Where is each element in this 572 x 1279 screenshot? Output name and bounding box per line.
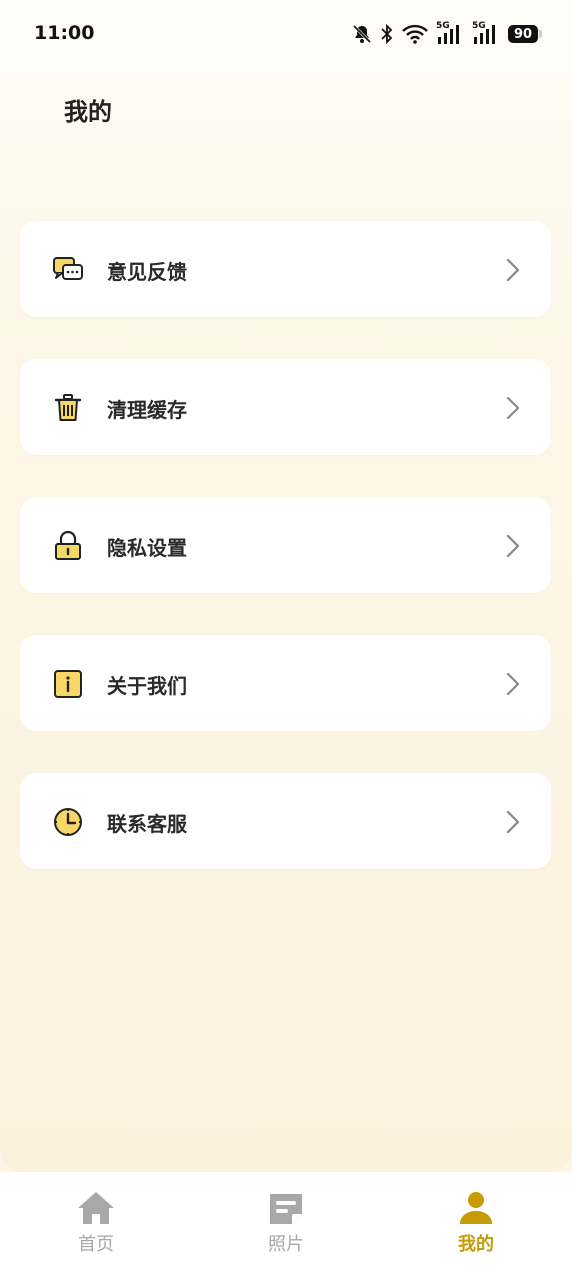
menu-item-privacy-settings[interactable]: 隐私设置 [20,497,551,593]
feedback-chat-icon [53,257,83,280]
menu-item-customer-service[interactable]: 联系客服 [20,773,551,869]
wifi-icon [402,24,428,44]
tab-photos[interactable]: 照片 [236,1190,336,1270]
menu-item-label: 清理缓存 [107,398,187,422]
tab-label: 首页 [78,1234,114,1255]
menu-list: 意见反馈 清理缓存 隐私设置 关于我们 联系客服 [20,221,551,911]
chevron-right-icon [506,534,520,558]
signal-bars-icon [474,25,495,44]
menu-item-feedback[interactable]: 意见反馈 [20,221,551,317]
user-icon [460,1192,492,1224]
info-icon [54,670,82,698]
signal-bars-icon [438,25,459,44]
status-time: 11:00 [34,22,95,44]
trash-icon [54,394,82,421]
status-icons: 5G 5G 90 [352,21,542,46]
menu-item-label: 隐私设置 [107,536,187,560]
menu-item-label: 关于我们 [107,674,187,698]
chevron-right-icon [506,258,520,282]
signal-5g-1: 5G [436,21,464,45]
menu-item-label: 联系客服 [107,812,187,836]
menu-item-label: 意见反馈 [107,260,187,284]
signal-5g-2: 5G [472,21,500,45]
status-bar: 11:00 5G 5G 90 [0,0,572,68]
clock-icon [54,808,82,836]
tab-mine[interactable]: 我的 [426,1190,526,1270]
lock-icon [55,530,81,560]
chevron-right-icon [506,672,520,696]
chevron-right-icon [506,396,520,420]
photo-note-icon [270,1194,302,1224]
bell-muted-icon [352,24,372,44]
tab-label: 我的 [458,1234,494,1255]
home-icon [78,1192,114,1224]
page-title: 我的 [64,98,112,126]
bluetooth-icon [381,24,393,44]
tab-label: 照片 [268,1234,304,1255]
main-screen: 11:00 5G 5G 90 我的 意见反馈 清理缓存 隐私设置 关于我们 联系… [0,0,572,1172]
bottom-tab-bar: 首页 照片 我的 [0,1172,572,1279]
tab-home[interactable]: 首页 [46,1190,146,1270]
battery-indicator: 90 [508,25,542,43]
chevron-right-icon [506,810,520,834]
menu-item-clear-cache[interactable]: 清理缓存 [20,359,551,455]
menu-item-about-us[interactable]: 关于我们 [20,635,551,731]
